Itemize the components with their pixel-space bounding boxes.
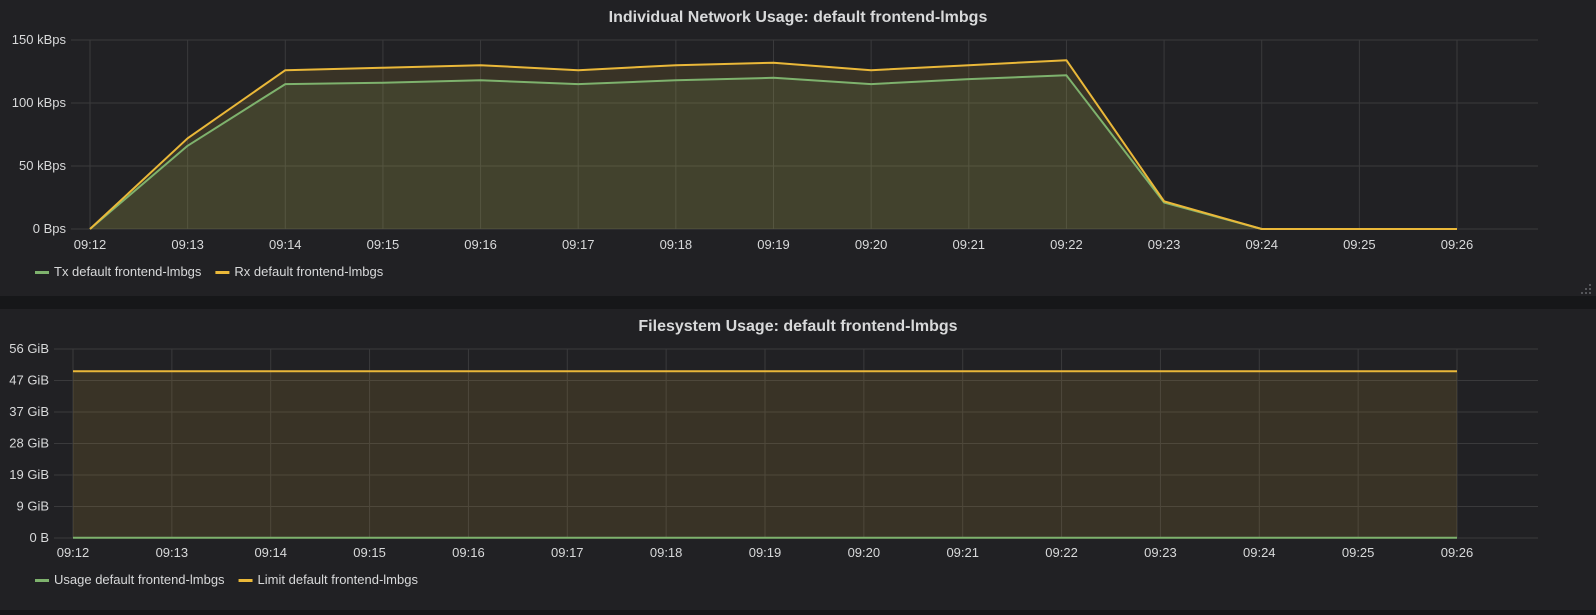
legend-item-2[interactable]: Limit default frontend-lmbgs: [238, 572, 419, 587]
x-tick-label: 09:21: [953, 237, 986, 252]
x-tick-label: 09:18: [660, 237, 693, 252]
y-tick-label: 150 kBps: [12, 32, 67, 47]
x-tick-label: 09:14: [269, 237, 302, 252]
legend-swatch: [35, 579, 49, 582]
filesystem-usage-panel: Filesystem Usage: default frontend-lmbgs…: [0, 309, 1596, 610]
legend-item-1[interactable]: Tx default frontend-lmbgs: [35, 264, 202, 279]
x-tick-label: 09:26: [1441, 237, 1474, 252]
x-tick-label: 09:12: [57, 545, 90, 560]
legend-label: Usage default frontend-lmbgs: [54, 572, 225, 587]
x-tick-label: 09:25: [1342, 545, 1375, 560]
x-tick-label: 09:15: [367, 237, 400, 252]
y-tick-label: 28 GiB: [9, 436, 49, 451]
x-tick-label: 09:23: [1144, 545, 1177, 560]
x-tick-label: 09:19: [749, 545, 782, 560]
legend-swatch: [35, 271, 49, 274]
legend-swatch: [215, 271, 230, 274]
x-tick-label: 09:12: [74, 237, 107, 252]
x-tick-label: 09:20: [855, 237, 888, 252]
legend-label: Rx default frontend-lmbgs: [234, 264, 383, 279]
x-tick-label: 09:23: [1148, 237, 1181, 252]
network-usage-chart: Individual Network Usage: default fronte…: [12, 9, 1591, 294]
network-chart-title: Individual Network Usage: default fronte…: [609, 9, 988, 26]
legend-swatch: [238, 579, 253, 582]
x-tick-label: 09:26: [1441, 545, 1474, 560]
y-tick-label: 100 kBps: [12, 95, 67, 110]
y-tick-label: 0 Bps: [33, 221, 67, 236]
x-tick-label: 09:25: [1343, 237, 1376, 252]
x-tick-label: 09:18: [650, 545, 683, 560]
x-tick-label: 09:22: [1045, 545, 1078, 560]
filesystem-usage-chart: Filesystem Usage: default frontend-lmbgs…: [9, 318, 1538, 587]
x-tick-label: 09:22: [1050, 237, 1083, 252]
filesystem-chart-title: Filesystem Usage: default frontend-lmbgs: [638, 318, 957, 335]
x-tick-label: 09:24: [1245, 237, 1278, 252]
y-tick-label: 50 kBps: [19, 158, 66, 173]
y-tick-label: 19 GiB: [9, 467, 49, 482]
series-area-2: [90, 60, 1457, 230]
legend-label: Limit default frontend-lmbgs: [258, 572, 419, 587]
filesystem-series: [73, 370, 1457, 539]
legend-item-2[interactable]: Rx default frontend-lmbgs: [215, 264, 384, 279]
x-tick-label: 09:20: [848, 545, 881, 560]
legend-item-1[interactable]: Usage default frontend-lmbgs: [35, 572, 225, 587]
x-tick-label: 09:21: [946, 545, 979, 560]
x-tick-label: 09:16: [464, 237, 497, 252]
network-y-axis: 0 Bps 50 kBps 100 kBps 150 kBps: [12, 32, 67, 236]
x-tick-label: 09:13: [171, 237, 204, 252]
x-tick-label: 09:17: [551, 545, 584, 560]
x-tick-label: 09:16: [452, 545, 485, 560]
network-legend[interactable]: Tx default frontend-lmbgs Rx default fron…: [35, 264, 384, 279]
x-tick-label: 09:14: [254, 545, 287, 560]
filesystem-legend[interactable]: Usage default frontend-lmbgs Limit defaul…: [35, 572, 418, 587]
network-x-axis: 09:12 09:13 09:14 09:15 09:16 09:17 09:18 09:19…: [74, 237, 1474, 252]
x-tick-label: 09:13: [156, 545, 189, 560]
x-tick-label: 09:17: [562, 237, 595, 252]
filesystem-y-axis: 0 B 9 GiB 19 GiB 28 GiB 37 GiB 47 GiB 56 GiB: [9, 341, 49, 545]
network-series: [89, 59, 1457, 230]
y-tick-label: 47 GiB: [9, 372, 49, 387]
filesystem-x-axis: 09:12 09:13 09:14 09:15 09:16 09:17 09:18 09:19…: [57, 545, 1474, 560]
series-area-2: [73, 371, 1457, 538]
y-tick-label: 0 B: [29, 530, 49, 545]
x-tick-label: 09:24: [1243, 545, 1276, 560]
y-tick-label: 9 GiB: [16, 499, 49, 514]
x-tick-label: 09:19: [757, 237, 790, 252]
y-tick-label: 37 GiB: [9, 404, 49, 419]
network-usage-panel: Individual Network Usage: default fronte…: [0, 0, 1596, 296]
y-tick-label: 56 GiB: [9, 341, 49, 356]
resize-handle[interactable]: [1581, 284, 1591, 294]
legend-label: Tx default frontend-lmbgs: [54, 264, 202, 279]
x-tick-label: 09:15: [353, 545, 386, 560]
